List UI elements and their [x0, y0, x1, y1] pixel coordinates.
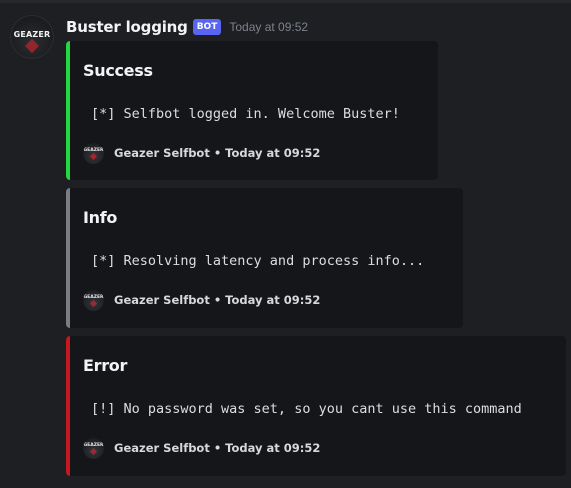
footer-gem-icon: [89, 447, 98, 455]
bot-tag-badge: BOT: [192, 19, 222, 35]
embed-color-bar: [66, 336, 70, 476]
footer-avatar-icon: GEAZER: [83, 289, 104, 311]
embed-title: Error: [83, 356, 128, 375]
embed-footer-text: Geazer Selfbot • Today at 09:52: [114, 441, 321, 455]
author-avatar[interactable]: GEAZER: [10, 15, 54, 59]
embed-info: Info [*] Resolving latency and process i…: [66, 188, 463, 328]
embed-footer: GEAZER Geazer Selfbot • Today at 09:52: [83, 289, 320, 311]
message-timestamp[interactable]: Today at 09:52: [229, 20, 308, 34]
footer-gem-icon: [89, 152, 98, 160]
avatar-logo-text: GEAZER: [13, 30, 51, 39]
message-header: Buster logging BOT Today at 09:52: [66, 16, 308, 38]
footer-avatar-text: GEAZER: [83, 147, 104, 153]
embed-footer-text: Geazer Selfbot • Today at 09:52: [114, 146, 321, 160]
author-username[interactable]: Buster logging: [66, 18, 188, 36]
avatar-gem-icon: [24, 38, 40, 54]
embed-footer: GEAZER Geazer Selfbot • Today at 09:52: [83, 142, 320, 164]
footer-avatar-icon: GEAZER: [83, 142, 104, 164]
embed-description: [*] Resolving latency and process info..…: [91, 253, 425, 269]
embed-title: Info: [83, 208, 118, 227]
embed-footer-text: Geazer Selfbot • Today at 09:52: [114, 293, 321, 307]
footer-avatar-icon: GEAZER: [83, 437, 104, 459]
embed-color-bar: [66, 188, 70, 328]
embed-error: Error [!] No password was set, so you ca…: [66, 336, 566, 476]
footer-gem-icon: [89, 299, 98, 307]
embed-success: Success [*] Selfbot logged in. Welcome B…: [66, 41, 438, 180]
footer-avatar-text: GEAZER: [83, 442, 104, 448]
embed-description: [!] No password was set, so you cant use…: [91, 401, 522, 417]
embed-color-bar: [66, 41, 70, 180]
embed-description: [*] Selfbot logged in. Welcome Buster!: [91, 106, 400, 122]
footer-avatar-text: GEAZER: [83, 294, 104, 300]
embed-title: Success: [83, 61, 153, 80]
embed-footer: GEAZER Geazer Selfbot • Today at 09:52: [83, 437, 320, 459]
bot-message: GEAZER Buster logging BOT Today at 09:52…: [0, 0, 571, 488]
